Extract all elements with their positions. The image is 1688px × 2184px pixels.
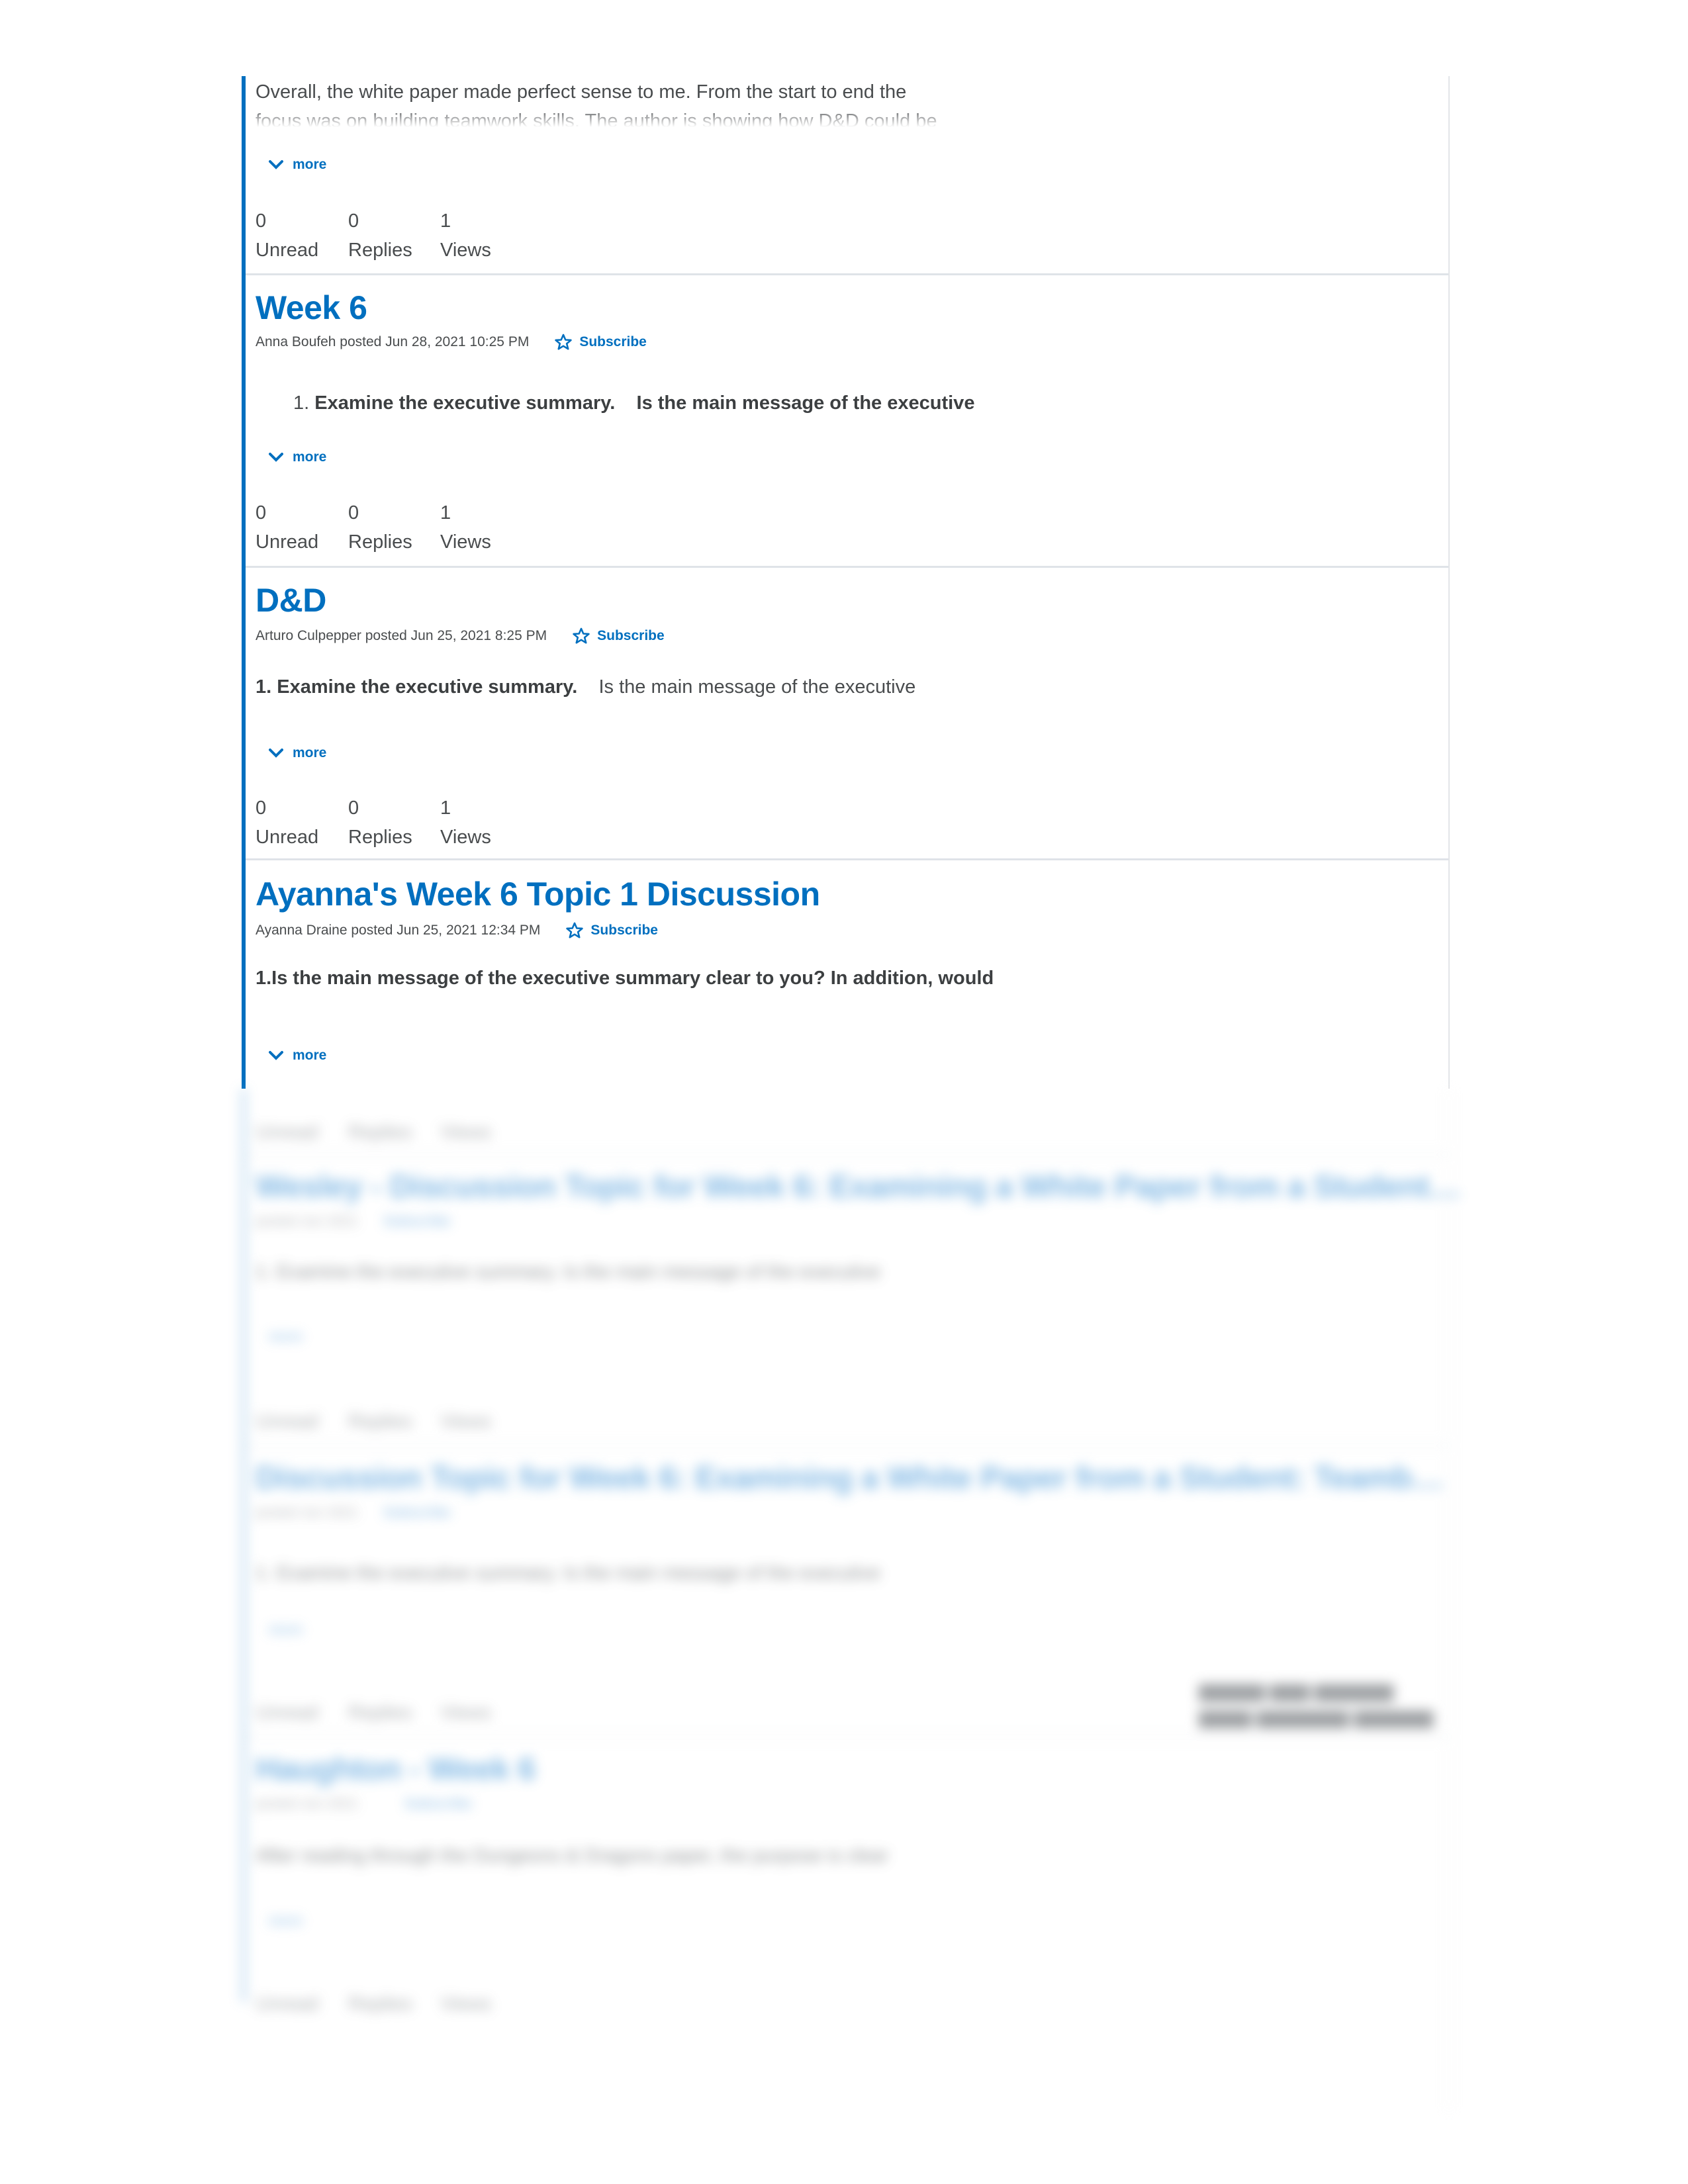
thread-title-link[interactable]: Wesley - Discussion Topic for Week 6: Ex…	[256, 1169, 1461, 1205]
chevron-down-icon	[269, 160, 283, 169]
thread-item: Week 6 Anna Boufeh posted Jun 28, 2021 1…	[246, 275, 1448, 568]
subscribe-button[interactable]: Subscribe	[383, 1505, 451, 1521]
thread-snippet: 1. Examine the executive summary. Is the…	[256, 676, 916, 698]
views-stat: Views	[440, 1122, 491, 1143]
unread-stat: Unread	[256, 1122, 319, 1143]
unread-stat: 0 Unread	[256, 797, 319, 848]
thread-snippet: 1.Is the main message of the executive s…	[256, 968, 994, 989]
views-stat: 1 Views	[440, 210, 491, 261]
replies-stat: 0 Replies	[348, 502, 412, 553]
subscribe-button[interactable]: Subscribe	[554, 333, 647, 351]
thread-title-link[interactable]: Ayanna's Week 6 Topic 1 Discussion	[256, 875, 820, 913]
more-toggle[interactable]: more	[269, 449, 326, 465]
thread-stats: 0 Unread 0 Replies 1 Views	[256, 794, 533, 852]
subscribe-button[interactable]: Subscribe	[383, 1214, 451, 1230]
subscribe-button[interactable]: Subscribe	[565, 921, 658, 940]
thread-stats: 0 Unread 0 Replies 1 Views	[256, 498, 533, 557]
unread-stat: Unread	[256, 1702, 319, 1723]
thread-snippet: Overall, the white paper made perfect se…	[256, 81, 937, 127]
thread-item: D&D Arturo Culpepper posted Jun 25, 2021…	[246, 568, 1448, 860]
thread-item: Haughton - Week 6 posted Jun 2021 Subscr…	[246, 1738, 1448, 2027]
thread-item: Discussion Topic for Week 6: Examining a…	[246, 1447, 1448, 1738]
thread-item: Overall, the white paper made perfect se…	[246, 76, 1448, 275]
more-toggle[interactable]: more	[269, 1329, 303, 1345]
chevron-down-icon	[269, 1051, 283, 1060]
thread-meta: Ayanna Draine posted Jun 25, 2021 12:34 …	[256, 921, 658, 940]
replies-stat: Replies	[348, 1993, 412, 2015]
subscribe-button[interactable]: Subscribe	[404, 1796, 472, 1812]
blurred-preview-region: Unread Replies Views Wesley - Discussion…	[228, 1089, 1461, 2111]
thread-stats: Unread Replies Views	[256, 1960, 533, 2019]
thread-meta: Anna Boufeh posted Jun 28, 2021 10:25 PM…	[256, 333, 647, 351]
list-right-border	[1448, 1089, 1450, 2111]
unread-stat: 0 Unread	[256, 502, 319, 553]
chevron-down-icon	[269, 749, 283, 758]
unread-stat: Unread	[256, 1993, 319, 2015]
thread-stats: Unread Replies Views	[256, 1669, 533, 1727]
replies-stat: Replies	[348, 1702, 412, 1723]
thread-stats: Unread Replies Views	[256, 1378, 533, 1436]
views-stat: 1 Views	[440, 797, 491, 848]
replies-stat: Replies	[348, 1122, 412, 1143]
thread-title-link[interactable]: Haughton - Week 6	[256, 1751, 536, 1788]
star-outline-icon	[566, 922, 584, 938]
thread-title-link[interactable]: Discussion Topic for Week 6: Examining a…	[256, 1460, 1444, 1496]
more-toggle[interactable]: more	[269, 1913, 303, 1929]
replies-stat: 0 Replies	[348, 210, 412, 261]
views-stat: 1 Views	[440, 502, 491, 553]
thread-meta: posted Jun 2021 Subscribe	[256, 1505, 451, 1521]
more-toggle[interactable]: more	[269, 1048, 326, 1064]
thread-snippet: 1. Examine the executive summary. Is the…	[256, 1261, 881, 1283]
more-toggle[interactable]: more	[269, 1622, 303, 1638]
thread-item: Unread Replies Views	[246, 1089, 1448, 1156]
thread-meta: posted Jun 2021 Subscribe	[256, 1214, 451, 1230]
views-stat: Views	[440, 1993, 491, 2015]
unread-stat: Unread	[256, 1411, 319, 1432]
thread-snippet: 1. Examine the executive summary. Is the…	[256, 1563, 881, 1584]
chevron-down-icon	[269, 453, 283, 462]
more-toggle[interactable]: more	[269, 157, 326, 173]
star-outline-icon	[555, 334, 573, 350]
thread-stats: Unread Replies Views	[256, 1089, 533, 1147]
thread-item: Ayanna's Week 6 Topic 1 Discussion Ayann…	[246, 860, 1448, 1089]
thread-stats: 0 Unread 0 Replies 1 Views	[256, 206, 533, 265]
star-outline-icon	[573, 627, 590, 644]
thread-item: Wesley - Discussion Topic for Week 6: Ex…	[246, 1156, 1461, 1447]
thread-meta: Arturo Culpepper posted Jun 25, 2021 8:2…	[256, 627, 665, 645]
thread-meta: posted Jun 2021 Subscribe	[256, 1796, 472, 1812]
replies-stat: Replies	[348, 1411, 412, 1432]
thread-snippet: After reading through the Dungeons & Dra…	[256, 1845, 888, 1866]
thread-title-link[interactable]: Week 6	[256, 289, 367, 327]
views-stat: Views	[440, 1411, 491, 1432]
views-stat: Views	[440, 1702, 491, 1723]
replies-stat: 0 Replies	[348, 797, 412, 848]
unread-stat: 0 Unread	[256, 210, 319, 261]
blurred-side-note: ▇▇▇▇▇ ▇▇▇ ▇▇▇▇▇▇ ▇▇▇▇ ▇▇▇▇▇▇▇ ▇▇▇▇▇▇	[1199, 1682, 1434, 1728]
thread-snippet: 1. Examine the executive summary. Is the…	[293, 392, 975, 414]
list-right-border	[1448, 76, 1450, 1089]
more-toggle[interactable]: more	[269, 745, 326, 761]
subscribe-button[interactable]: Subscribe	[572, 627, 665, 645]
thread-title-link[interactable]: D&D	[256, 581, 326, 619]
